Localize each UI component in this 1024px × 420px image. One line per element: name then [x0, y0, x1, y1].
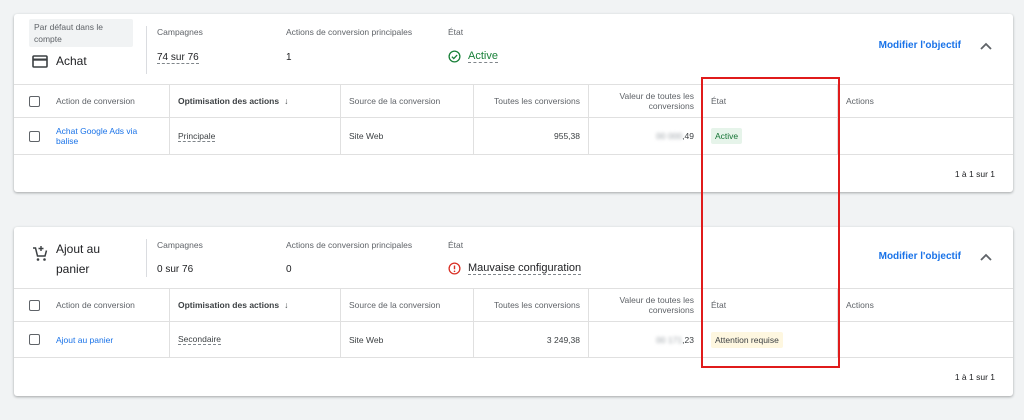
goal-title-text: Ajout au panier — [56, 242, 101, 276]
campaigns-label: Campagnes — [157, 27, 203, 37]
optimization-value[interactable]: Secondaire — [178, 334, 222, 345]
goal-state: Active — [448, 50, 498, 63]
goal-title: Ajout au panier — [32, 239, 124, 279]
arrow-down-icon: ↓ — [284, 300, 289, 310]
conversion-action-link[interactable]: Ajout au panier — [56, 335, 113, 345]
chevron-up-icon[interactable] — [979, 252, 993, 262]
state-label: État — [448, 240, 464, 250]
add-shopping-cart-icon — [33, 246, 48, 261]
actions-cell — [838, 118, 1013, 154]
highlight-box — [701, 77, 840, 368]
credit-card-icon — [32, 54, 48, 68]
col-optimization[interactable]: Optimisation des actions ↓ — [170, 289, 341, 321]
campaigns-value: 0 sur 76 — [157, 264, 194, 275]
primary-actions-value: 1 — [286, 52, 292, 63]
col-value: Valeur de toutes les conversions — [589, 85, 703, 117]
campaigns-label: Campagnes — [157, 240, 203, 250]
chevron-up-icon[interactable] — [979, 41, 993, 51]
goal-header: Par défaut dans le compte Achat Campagne… — [14, 14, 1013, 85]
col-optimization-label: Optimisation des actions — [178, 300, 280, 310]
value-cell: 00 171,23 — [589, 322, 703, 357]
state-value[interactable]: Active — [468, 50, 498, 63]
optimization-value[interactable]: Principale — [178, 131, 216, 142]
table-row: Ajout au panier Secondaire Site Web 3 24… — [14, 322, 1013, 358]
table-header: Action de conversion Optimisation des ac… — [14, 289, 1013, 322]
value-redacted: 00 171 — [656, 334, 683, 345]
default-chip: Par défaut dans le compte — [29, 19, 133, 47]
divider — [146, 239, 147, 277]
primary-actions-value: 0 — [286, 264, 292, 275]
col-optimization[interactable]: Optimisation des actions ↓ — [170, 85, 341, 117]
modify-goal-button[interactable]: Modifier l'objectif — [879, 40, 961, 51]
select-all-checkbox[interactable] — [29, 95, 40, 107]
conversion-action-link[interactable]: Achat Google Ads via balise — [56, 126, 161, 146]
arrow-down-icon: ↓ — [284, 96, 289, 106]
col-actions: Actions — [846, 300, 874, 310]
col-source: Source de la conversion — [341, 289, 474, 321]
check-circle-icon — [448, 50, 461, 63]
modify-goal-button[interactable]: Modifier l'objectif — [879, 251, 961, 262]
source-value: Site Web — [341, 118, 474, 154]
goal-title-text: Achat — [56, 54, 87, 68]
campaigns-value[interactable]: 74 sur 76 — [157, 52, 199, 64]
all-conversions-value: 3 249,38 — [474, 322, 589, 357]
goal-state: Mauvaise configuration — [448, 262, 582, 275]
value-suffix: ,23 — [682, 334, 694, 345]
col-value: Valeur de toutes les conversions — [589, 289, 703, 321]
primary-actions-label: Actions de conversion principales — [286, 27, 413, 37]
value-cell: 00 000,49 — [589, 118, 703, 154]
error-icon — [448, 262, 461, 275]
select-all-checkbox[interactable] — [29, 299, 40, 311]
value-redacted: 00 000 — [656, 131, 683, 141]
source-value: Site Web — [341, 322, 474, 357]
pagination: 1 à 1 sur 1 — [954, 371, 995, 382]
col-all-conversions: Toutes les conversions — [474, 289, 589, 321]
goal-card-add-to-cart: Ajout au panier Campagnes 0 sur 76 Actio… — [14, 227, 1013, 396]
all-conversions-value: 955,38 — [474, 118, 589, 154]
value-suffix: ,49 — [682, 131, 694, 141]
pagination: 1 à 1 sur 1 — [954, 168, 995, 179]
primary-actions-label: Actions de conversion principales — [286, 240, 413, 250]
state-value[interactable]: Mauvaise configuration — [468, 262, 582, 275]
row-checkbox[interactable] — [29, 130, 40, 142]
table-header: Action de conversion Optimisation des ac… — [14, 85, 1013, 118]
col-source: Source de la conversion — [341, 85, 474, 117]
actions-cell — [838, 322, 1013, 357]
col-actions: Actions — [846, 96, 874, 106]
col-all-conversions: Toutes les conversions — [474, 85, 589, 117]
goal-card-achat: Par défaut dans le compte Achat Campagne… — [14, 14, 1013, 192]
goal-title: Achat — [32, 54, 87, 68]
row-checkbox[interactable] — [29, 334, 40, 345]
goal-header: Ajout au panier Campagnes 0 sur 76 Actio… — [14, 227, 1013, 289]
state-label: État — [448, 27, 464, 37]
col-optimization-label: Optimisation des actions — [178, 96, 280, 106]
col-action: Action de conversion — [56, 300, 135, 310]
divider — [146, 26, 147, 74]
col-action: Action de conversion — [56, 96, 135, 106]
table-row: Achat Google Ads via balise Principale S… — [14, 118, 1013, 155]
